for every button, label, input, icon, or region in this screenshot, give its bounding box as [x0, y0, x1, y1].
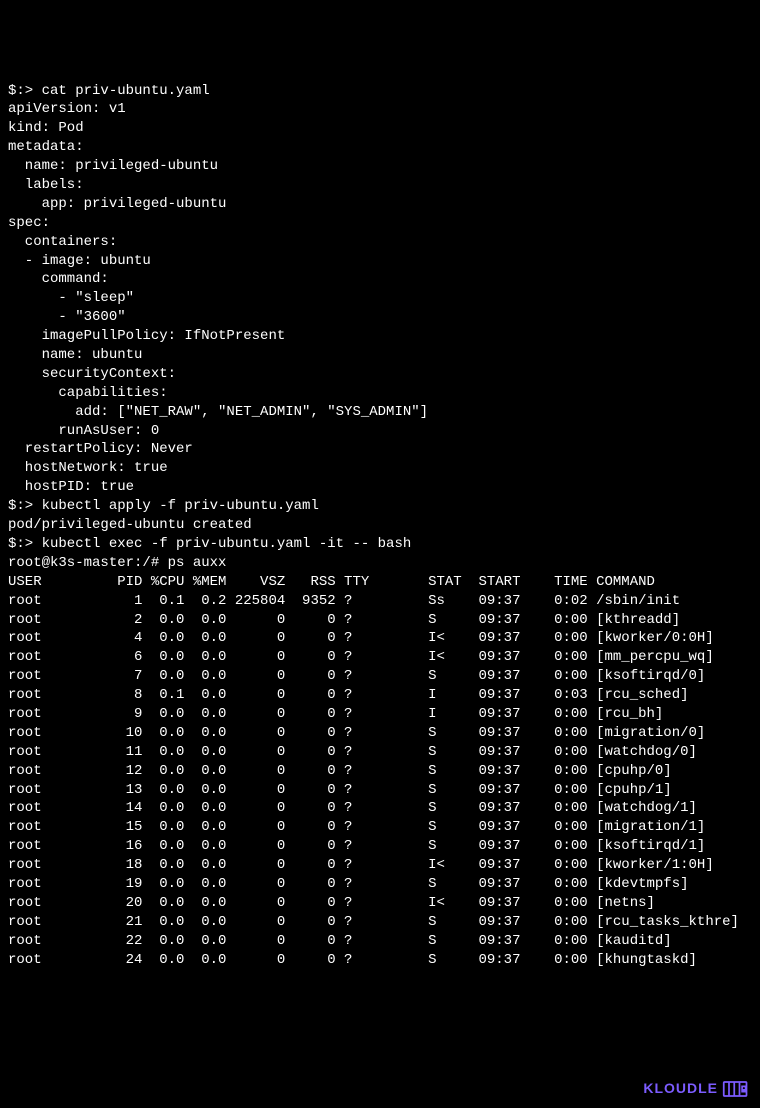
terminal-output: $:> cat priv-ubuntu.yaml apiVersion: v1 … [8, 82, 752, 970]
brand-logo: KLOUDLE [643, 1078, 750, 1100]
brand-text: KLOUDLE [643, 1079, 718, 1098]
container-icon [722, 1078, 750, 1100]
